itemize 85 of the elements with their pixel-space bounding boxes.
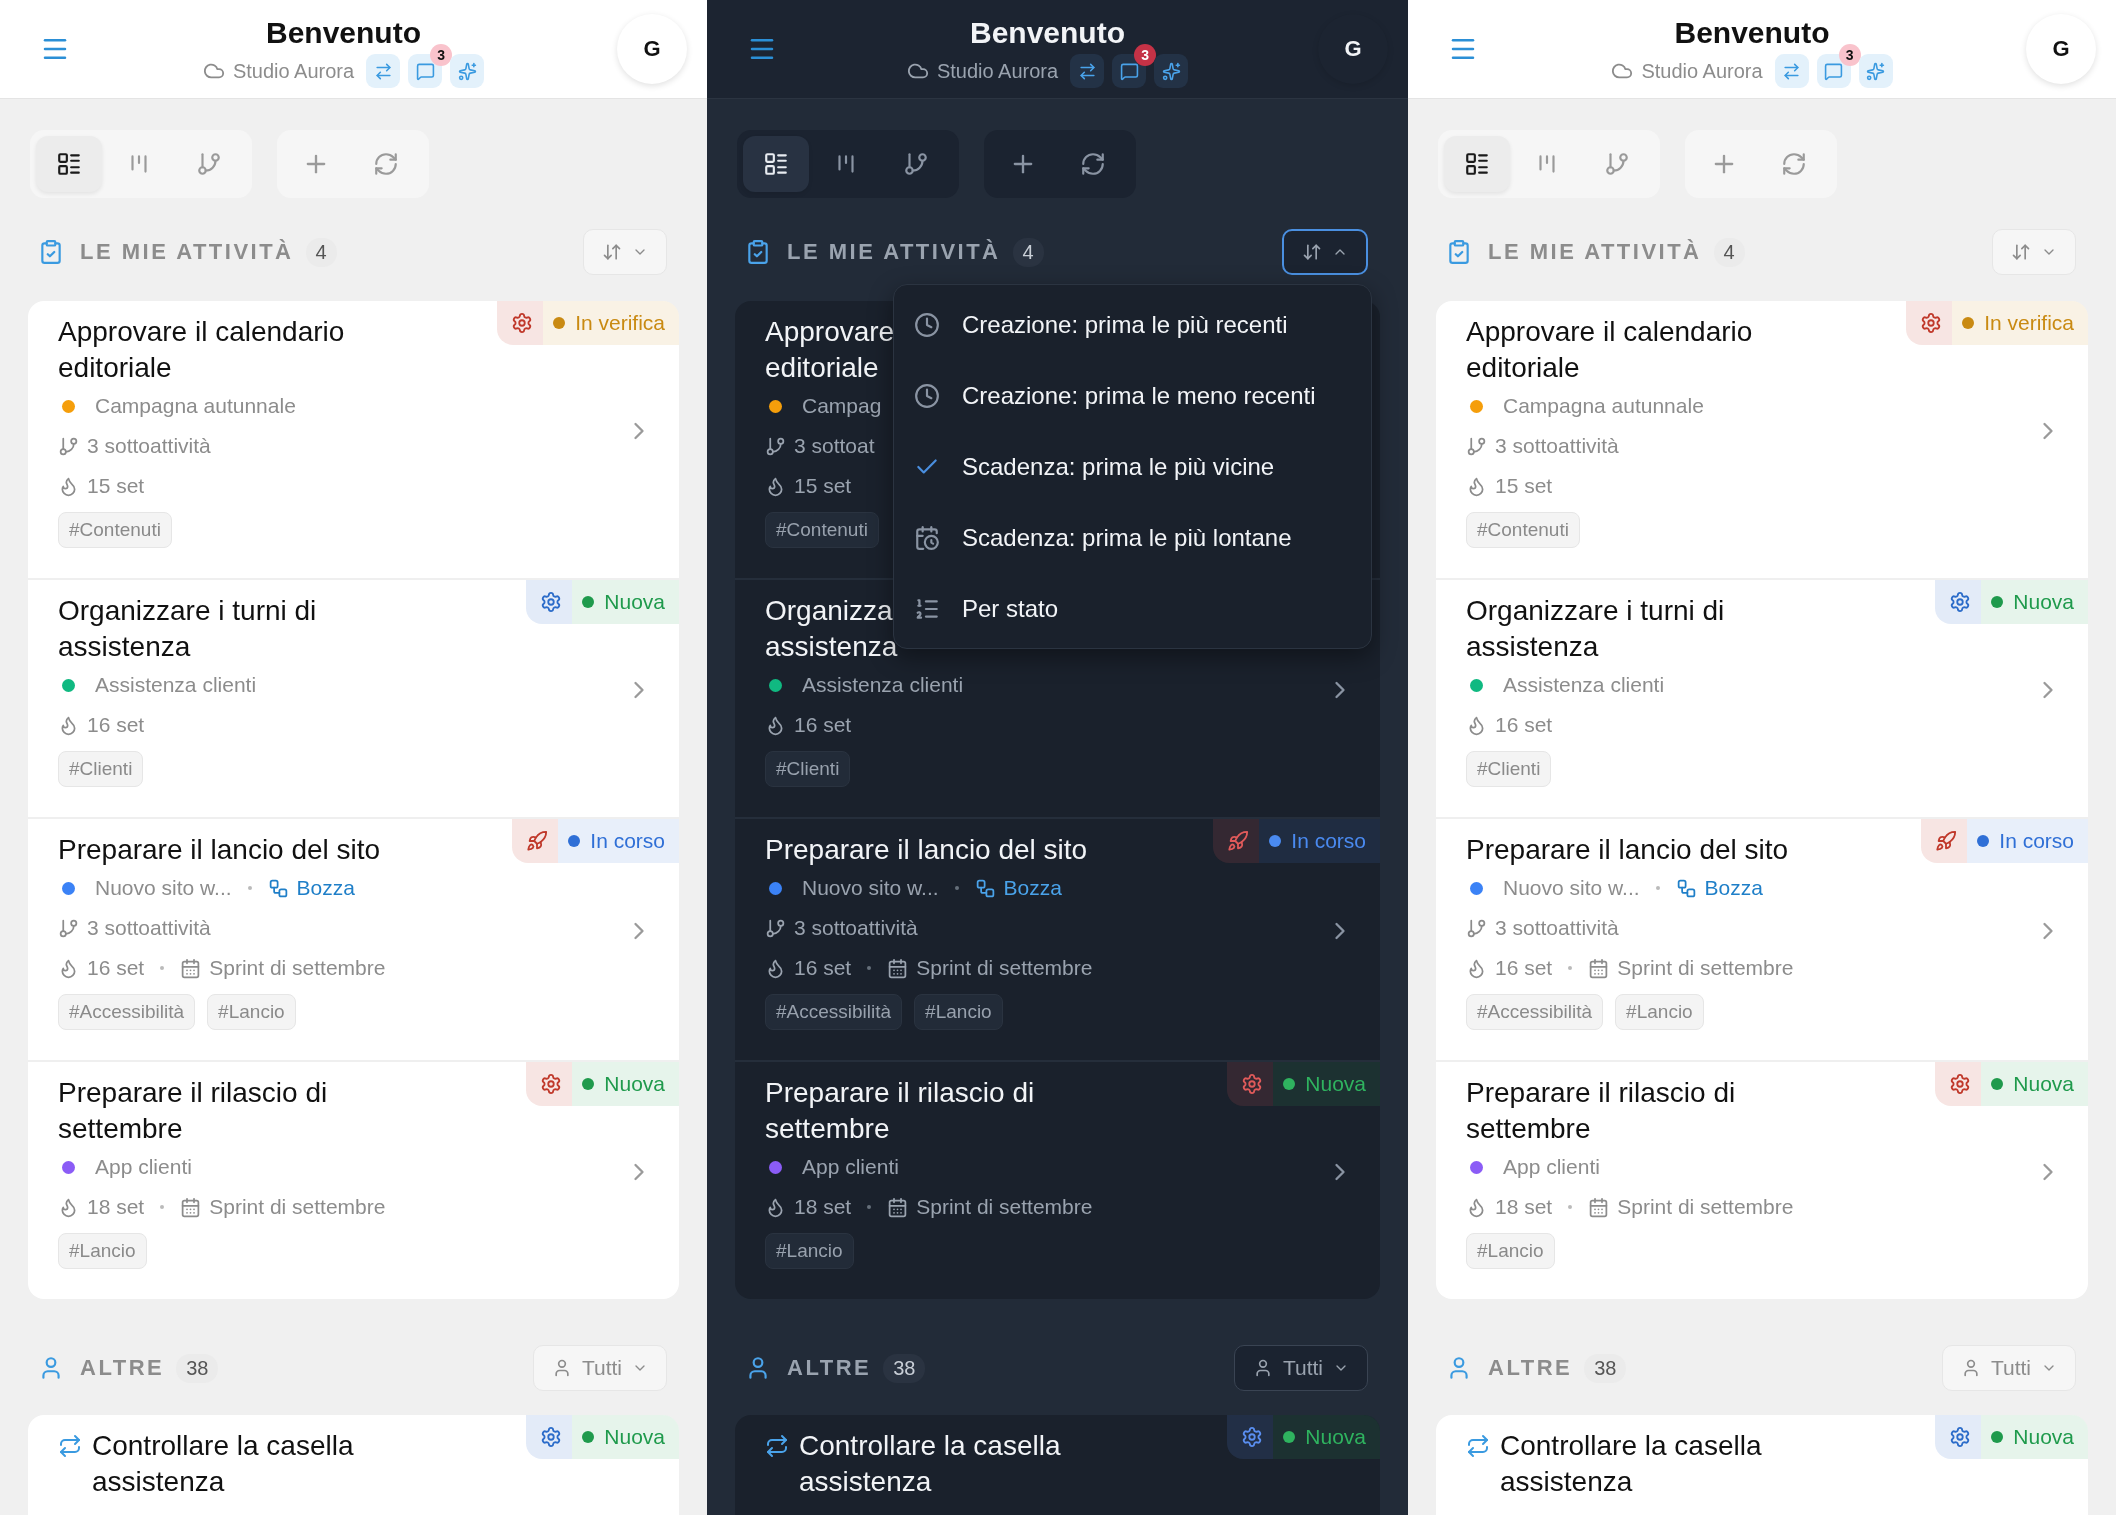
- sprint-name: Sprint di settembre: [209, 956, 386, 980]
- project-name: Campag: [802, 394, 882, 418]
- section-count: 4: [1012, 237, 1044, 267]
- page-title: Benvenuto: [266, 16, 421, 50]
- due-date: 16 set: [794, 713, 852, 737]
- sprint-name: Sprint di settembre: [1617, 1195, 1794, 1219]
- task-title: Organizza assistenza: [765, 594, 898, 664]
- task-title: Preparare il lancio del sito: [765, 833, 1088, 867]
- due-date: 16 set: [794, 956, 852, 980]
- subtask-count: 3 sottoattività: [87, 434, 211, 458]
- subtask-count: 3 sottoattività: [1495, 434, 1619, 458]
- subtask-count: 3 sottoat: [794, 434, 875, 458]
- status-label: In verifica: [575, 311, 665, 335]
- task-title: Preparare il rilascio di settembre: [1466, 1076, 1737, 1146]
- section-title: ALTRE: [1488, 1355, 1573, 1381]
- status-label: Nuova: [2013, 590, 2074, 614]
- status-label: In corso: [590, 829, 665, 853]
- task-title: Preparare il lancio del sito: [1466, 833, 1789, 867]
- due-date: 16 set: [1495, 713, 1553, 737]
- section-count: 38: [1584, 1353, 1627, 1383]
- task-title: Approvare il calendario editoriale: [1466, 315, 1754, 385]
- section-count: 4: [1713, 237, 1745, 267]
- section-count: 4: [305, 237, 337, 267]
- due-date: 16 set: [87, 956, 145, 980]
- due-date: 18 set: [87, 1195, 145, 1219]
- project-name: Campagna autunnale: [1503, 394, 1704, 418]
- subtask-count: 3 sottoattività: [87, 916, 211, 940]
- sprint-name: Sprint di settembre: [1617, 956, 1794, 980]
- status-label: Nuova: [2013, 1072, 2074, 1096]
- project-name: App clienti: [802, 1155, 899, 1179]
- page-title: Benvenuto: [970, 16, 1125, 50]
- notification-count: 3: [1838, 44, 1861, 66]
- sprint-name: Sprint di settembre: [916, 956, 1093, 980]
- status-label: Nuova: [604, 590, 665, 614]
- status-label: Nuova: [1305, 1425, 1366, 1449]
- task-title: Preparare il rilascio di settembre: [58, 1076, 329, 1146]
- task-title: Organizzare i turni di assistenza: [1466, 594, 1726, 664]
- due-date: 16 set: [1495, 956, 1553, 980]
- due-date: 15 set: [794, 474, 852, 498]
- status-label: In corso: [1999, 829, 2074, 853]
- project-name: Campagna autunnale: [95, 394, 296, 418]
- section-title: ALTRE: [787, 1355, 872, 1381]
- status-label: In corso: [1291, 829, 1366, 853]
- task-title: Controllare la casella assistenza: [799, 1429, 1062, 1499]
- task-title: Controllare la casella assistenza: [92, 1429, 355, 1499]
- section-title: ALTRE: [80, 1355, 165, 1381]
- status-label: Nuova: [604, 1425, 665, 1449]
- project-name: App clienti: [1503, 1155, 1600, 1179]
- task-title: Preparare il lancio del sito: [58, 833, 381, 867]
- status-label: Nuova: [2013, 1425, 2074, 1449]
- due-date: 16 set: [87, 713, 145, 737]
- due-date: 15 set: [87, 474, 145, 498]
- sprint-name: Sprint di settembre: [916, 1195, 1093, 1219]
- task-title: Approvare editoriale: [765, 315, 895, 385]
- section-count: 38: [883, 1353, 926, 1383]
- task-title: Approvare il calendario editoriale: [58, 315, 346, 385]
- task-title: Organizzare i turni di assistenza: [58, 594, 318, 664]
- subtask-count: 3 sottoattività: [794, 916, 918, 940]
- workspace-name: Studio Aurora: [1641, 59, 1763, 83]
- subtask-count: 3 sottoattività: [1495, 916, 1619, 940]
- project-name: Nuovo sito w...: [1503, 876, 1640, 900]
- due-date: 15 set: [1495, 474, 1553, 498]
- task-title: Controllare la casella assistenza: [1500, 1429, 1763, 1499]
- due-date: 18 set: [1495, 1195, 1553, 1219]
- workspace-name: Studio Aurora: [936, 59, 1059, 83]
- project-name: Nuovo sito w...: [802, 876, 939, 900]
- project-name: Nuovo sito w...: [95, 876, 232, 900]
- workspace-name: Studio Aurora: [232, 59, 355, 83]
- section-count: 38: [176, 1353, 219, 1383]
- section-title: LE MIE ATTIVITÀ: [1488, 239, 1702, 265]
- project-name: Assistenza clienti: [1503, 673, 1665, 697]
- notification-count: 3: [1134, 44, 1157, 66]
- notification-count: 3: [430, 44, 453, 66]
- status-label: In verifica: [1984, 311, 2074, 335]
- project-name: Assistenza clienti: [95, 673, 257, 697]
- sprint-name: Sprint di settembre: [209, 1195, 386, 1219]
- due-date: 18 set: [794, 1195, 852, 1219]
- section-title: LE MIE ATTIVITÀ: [787, 239, 1001, 265]
- project-name: App clienti: [95, 1155, 192, 1179]
- section-title: LE MIE ATTIVITÀ: [80, 239, 294, 265]
- status-label: Nuova: [1305, 1072, 1366, 1096]
- status-label: Nuova: [604, 1072, 665, 1096]
- project-name: Assistenza clienti: [802, 673, 964, 697]
- task-title: Preparare il rilascio di settembre: [765, 1076, 1036, 1146]
- page-title: Benvenuto: [1674, 16, 1830, 50]
